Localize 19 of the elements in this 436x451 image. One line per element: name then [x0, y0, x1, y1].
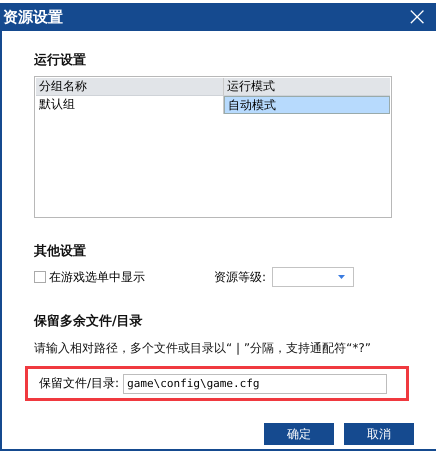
checkbox-label: 在游戏选单中显示: [49, 268, 145, 286]
description-text: 请输入相对路径，多个文件或目录以“ | ”分隔，支持通配符“*?”: [34, 340, 372, 357]
field-label: 保留文件/目录:: [39, 375, 120, 392]
caret-icon: [338, 275, 346, 279]
dialog-button[interactable]: 取消: [344, 423, 414, 445]
checkbox[interactable]: [34, 271, 46, 283]
section-heading: 其他设置: [34, 243, 87, 260]
close-button[interactable]: ×: [398, 4, 436, 30]
dialog-button[interactable]: 确定: [264, 423, 334, 445]
section-heading: 运行设置: [34, 52, 87, 69]
level-dropdown[interactable]: [272, 267, 354, 287]
column-header[interactable]: 分组名称: [36, 78, 224, 96]
column-header[interactable]: 运行模式: [224, 78, 390, 96]
table-cell[interactable]: 默认组: [36, 96, 224, 114]
path-field[interactable]: game\config\game.cfg: [123, 374, 388, 394]
section-heading: 保留多余文件/目录: [34, 312, 144, 330]
field-label: 资源等级:: [214, 268, 266, 286]
window-title: 资源设置: [3, 8, 63, 26]
table-cell[interactable]: 自动模式: [224, 96, 390, 114]
